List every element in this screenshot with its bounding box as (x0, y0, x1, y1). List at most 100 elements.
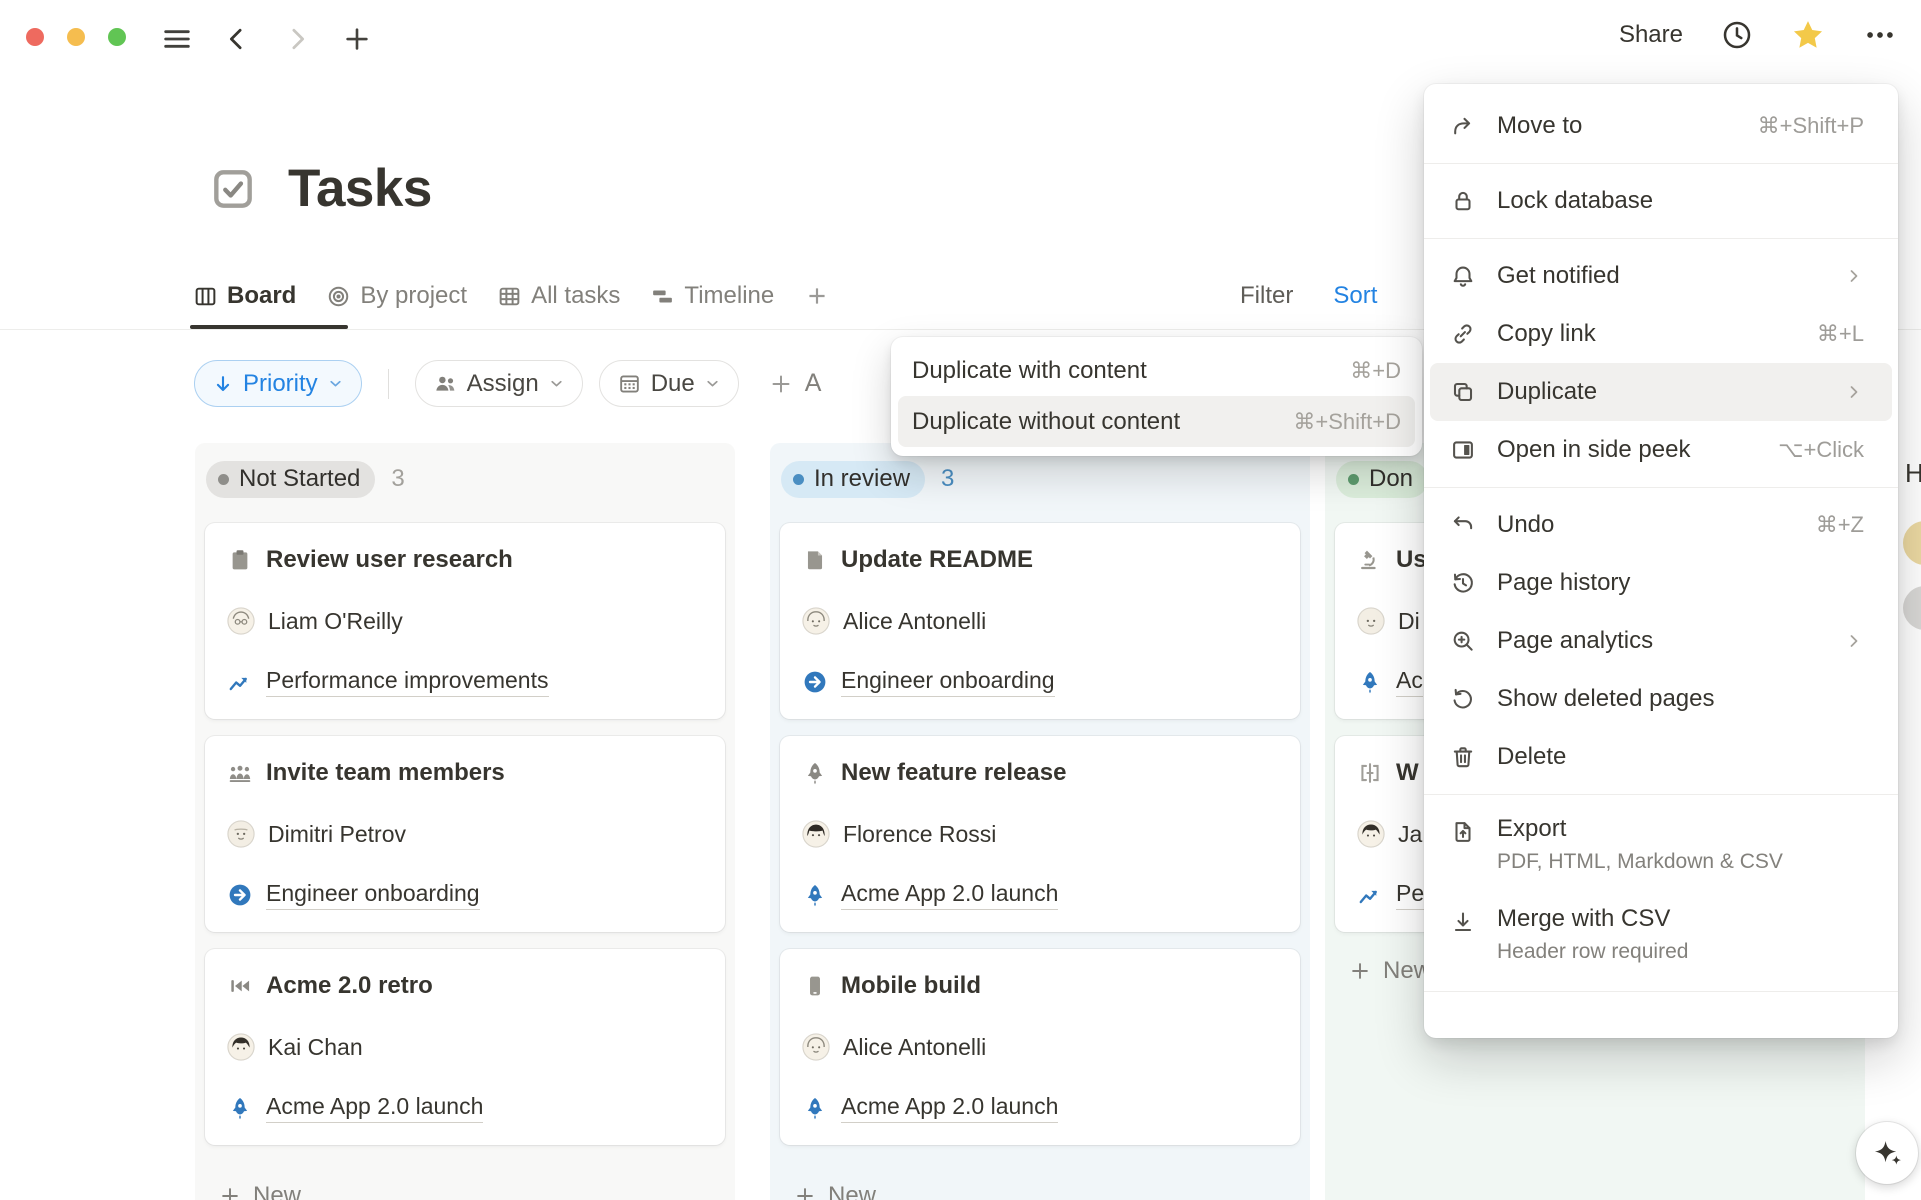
menu-item-get-notified[interactable]: Get notified (1424, 247, 1898, 305)
project-link[interactable]: Engineer onboarding (841, 667, 1055, 697)
priority-sort-chip[interactable]: Priority (194, 360, 362, 407)
menu-item-duplicate[interactable]: Duplicate (1430, 363, 1892, 421)
project-link[interactable]: Acme App 2.0 launch (841, 1093, 1058, 1123)
shortcut-label: ⌘+L (1817, 321, 1864, 347)
task-card[interactable]: Mobile build Alice Antonelli Acme App 2.… (780, 949, 1300, 1145)
status-dot (1348, 474, 1359, 485)
project-link[interactable]: Acme App 2.0 launch (266, 1093, 483, 1123)
updates-clock-icon[interactable] (1721, 19, 1753, 51)
project-link[interactable]: Acme App 2.0 launch (841, 880, 1058, 910)
duplicate-submenu: Duplicate with content ⌘+D Duplicate wit… (891, 337, 1422, 456)
menu-divider (1424, 238, 1898, 239)
forward-icon[interactable] (280, 22, 314, 56)
menu-item-undo[interactable]: Undo ⌘+Z (1424, 496, 1898, 554)
restore-icon (1450, 686, 1476, 712)
history-icon (1450, 570, 1476, 596)
tab-by-project[interactable]: By project (326, 282, 467, 310)
sidebar-menu-icon[interactable] (160, 22, 194, 56)
avatar (802, 820, 830, 848)
rocket-gray-icon (802, 760, 828, 786)
new-task-button[interactable]: New (205, 1174, 301, 1200)
menu-item-subtitle: PDF, HTML, Markdown & CSV (1497, 850, 1783, 874)
project-link[interactable]: Ac (1396, 667, 1423, 697)
column-count: 3 (391, 465, 404, 493)
board-view-icon (193, 284, 218, 309)
task-card[interactable]: Review user research Liam O'Reilly Perfo… (205, 523, 725, 719)
project-link[interactable]: Engineer onboarding (266, 880, 480, 910)
menu-item-duplicate-without-content[interactable]: Duplicate without content ⌘+Shift+D (898, 396, 1415, 447)
shortcut-label: ⌘+Shift+P (1758, 113, 1864, 139)
notion-window: Share Tasks Board By project (0, 0, 1921, 1200)
new-task-button[interactable]: New (780, 1174, 876, 1200)
menu-item-export[interactable]: Export PDF, HTML, Markdown & CSV (1424, 803, 1898, 893)
back-icon[interactable] (220, 22, 254, 56)
chevron-down-icon (327, 375, 344, 392)
menu-item-merge-with-csv[interactable]: Merge with CSV Header row required (1424, 893, 1898, 983)
menu-item-duplicate-with-content[interactable]: Duplicate with content ⌘+D (898, 345, 1415, 396)
menu-item-show-deleted-pages[interactable]: Show deleted pages (1424, 670, 1898, 728)
task-card[interactable]: Update README Alice Antonelli Engineer o… (780, 523, 1300, 719)
link-icon (1450, 321, 1476, 347)
menu-item-move-to[interactable]: Move to ⌘+Shift+P (1424, 97, 1898, 155)
clipboard-icon (227, 547, 253, 573)
favorite-star-icon[interactable] (1791, 18, 1825, 52)
column-count: 3 (941, 465, 954, 493)
tab-board[interactable]: Board (193, 282, 296, 310)
task-title: Acme 2.0 retro (266, 972, 433, 1000)
close-window-icon[interactable] (26, 28, 44, 46)
shortcut-label: ⌘+Z (1816, 512, 1864, 538)
zoom-window-icon[interactable] (108, 28, 126, 46)
assignee-name: Kai Chan (268, 1034, 363, 1061)
filter-button[interactable]: Filter (1240, 282, 1293, 310)
tab-all-tasks[interactable]: All tasks (497, 282, 620, 310)
add-view-icon[interactable] (804, 283, 830, 309)
project-link[interactable]: Performance improvements (266, 667, 549, 697)
status-badge[interactable]: In review (781, 461, 925, 498)
move-to-icon (1450, 113, 1476, 139)
status-badge[interactable]: Don (1336, 461, 1428, 498)
menu-item-delete[interactable]: Delete (1424, 728, 1898, 786)
menu-item-open-in-side-peek[interactable]: Open in side peek ⌥+Click (1424, 421, 1898, 479)
shortcut-label: ⌘+Shift+D (1293, 409, 1401, 435)
due-filter-chip[interactable]: Due (599, 360, 739, 407)
ai-assistant-button[interactable] (1856, 1122, 1918, 1184)
plus-icon (769, 372, 793, 396)
task-card[interactable]: Invite team members Dimitri Petrov Engin… (205, 736, 725, 932)
task-title: W (1396, 759, 1419, 787)
share-button[interactable]: Share (1619, 21, 1683, 49)
status-dot (218, 474, 229, 485)
more-options-icon[interactable] (1863, 18, 1897, 52)
status-badge[interactable]: Not Started (206, 461, 375, 498)
menu-item-page-history[interactable]: Page history (1424, 554, 1898, 612)
menu-item-lock-database[interactable]: Lock database (1424, 172, 1898, 230)
avatar (227, 607, 255, 635)
project-link[interactable]: Pe (1396, 880, 1424, 910)
add-filter-fragment[interactable]: A (769, 369, 822, 398)
task-card[interactable]: Acme 2.0 retro Kai Chan Acme App 2.0 lau… (205, 949, 725, 1145)
chevron-down-icon (548, 375, 565, 392)
new-tab-icon[interactable] (340, 22, 374, 56)
tab-timeline[interactable]: Timeline (650, 282, 774, 310)
lock-icon (1450, 188, 1476, 214)
page-checkbox-icon (208, 164, 258, 214)
avatar (1903, 586, 1921, 630)
microscope-icon (1357, 547, 1383, 573)
task-title: Update README (841, 546, 1033, 574)
chart-icon (227, 669, 253, 695)
export-icon (1450, 819, 1476, 845)
minimize-window-icon[interactable] (67, 28, 85, 46)
status-dot (793, 474, 804, 485)
duplicate-icon (1450, 379, 1476, 405)
menu-item-copy-link[interactable]: Copy link ⌘+L (1424, 305, 1898, 363)
task-card[interactable]: New feature release Florence Rossi Acme … (780, 736, 1300, 932)
plus-icon (219, 1185, 241, 1200)
assignee-name: Dimitri Petrov (268, 821, 406, 848)
sort-button[interactable]: Sort (1333, 282, 1377, 310)
menu-item-page-analytics[interactable]: Page analytics (1424, 612, 1898, 670)
page-title[interactable]: Tasks (288, 158, 432, 219)
task-title: Mobile build (841, 972, 981, 1000)
chip-divider (388, 369, 389, 399)
avatar (227, 1033, 255, 1061)
menu-divider (1424, 487, 1898, 488)
assign-filter-chip[interactable]: Assign (415, 360, 583, 407)
